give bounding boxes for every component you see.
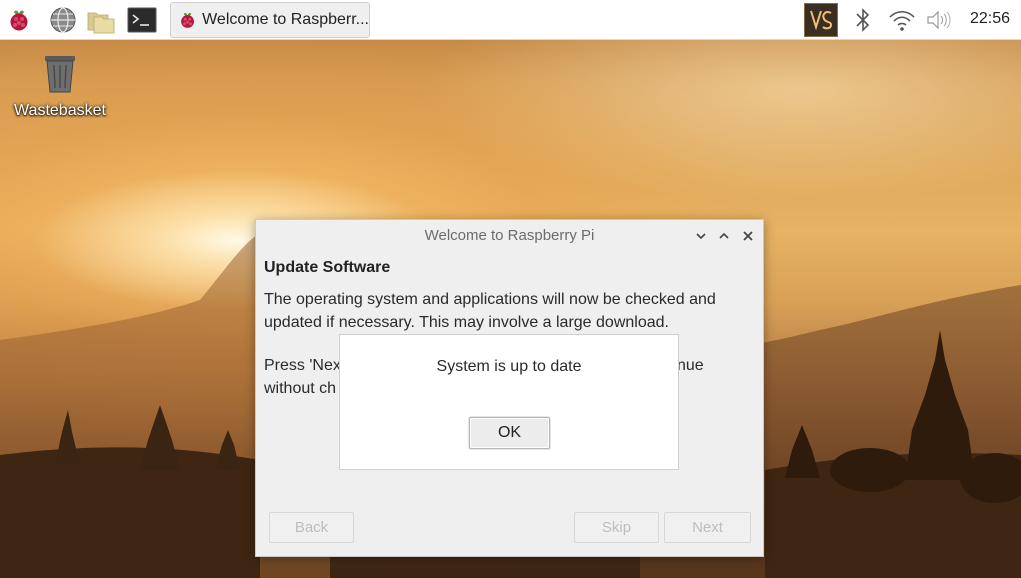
vnc-tray-button[interactable]: [804, 3, 838, 37]
close-icon: [743, 231, 753, 241]
wifi-tray-button[interactable]: [887, 5, 917, 35]
update-status-dialog: System is up to date OK: [339, 334, 679, 470]
window-titlebar[interactable]: Welcome to Raspberry Pi: [256, 220, 763, 252]
terminal-launcher[interactable]: [127, 5, 157, 35]
close-button[interactable]: [738, 226, 758, 246]
vnc-icon: [810, 10, 833, 31]
maximize-button[interactable]: [714, 226, 734, 246]
raspberry-menu-button[interactable]: [4, 5, 34, 35]
taskbar-window-label: Welcome to Raspberr...: [202, 11, 369, 28]
next-button[interactable]: Next: [664, 512, 751, 543]
terminal-icon: [127, 7, 157, 33]
trash-icon: [45, 56, 75, 93]
volume-icon: [927, 10, 951, 30]
globe-icon: [50, 7, 76, 33]
bluetooth-tray-button[interactable]: [848, 5, 878, 35]
taskbar-window-button[interactable]: Welcome to Raspberr...: [170, 2, 370, 38]
instruction-text-start: Press 'Next: [264, 357, 346, 374]
wifi-icon: [889, 10, 915, 31]
web-browser-launcher[interactable]: [48, 5, 78, 35]
page-heading: Update Software: [264, 259, 391, 276]
minimize-button[interactable]: [691, 226, 711, 246]
skip-button[interactable]: Skip: [574, 512, 659, 543]
instruction-text-line2: without ch: [264, 380, 337, 397]
status-message: System is up to date: [436, 358, 582, 375]
desktop-icon-wastebasket[interactable]: Wastebasket: [8, 50, 112, 122]
file-manager-launcher[interactable]: [86, 5, 116, 35]
desktop-icon-label: Wastebasket: [14, 102, 106, 119]
minimize-icon: [696, 233, 706, 240]
raspberry-icon: [10, 10, 28, 31]
top-panel: Welcome to Raspberr... 22:56: [0, 0, 1021, 40]
window-title: Welcome to Raspberry Pi: [424, 227, 595, 244]
folder-icon: [87, 12, 115, 34]
ok-button[interactable]: OK: [469, 417, 550, 449]
update-description: The operating system and applications wi…: [264, 291, 716, 331]
maximize-icon: [719, 232, 729, 239]
raspberry-icon: [181, 12, 194, 28]
volume-tray-button[interactable]: [924, 5, 954, 35]
back-button[interactable]: Back: [269, 512, 354, 543]
clock[interactable]: 22:56: [962, 10, 1018, 28]
bluetooth-icon: [856, 8, 870, 32]
instruction-text-end: nue: [677, 357, 704, 374]
